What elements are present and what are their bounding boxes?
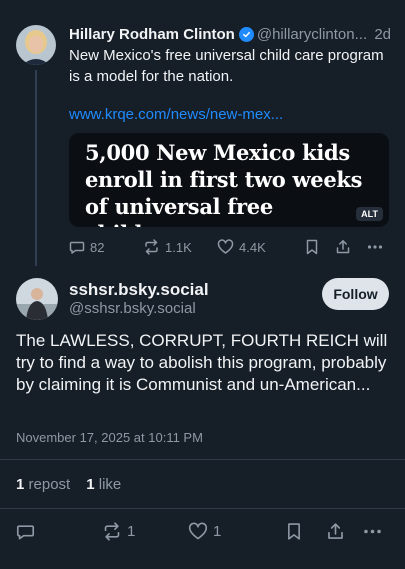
post-header: Hillary Rodham Clinton @hillaryclinton..…	[69, 24, 391, 44]
post-time[interactable]: 2d	[374, 26, 391, 43]
reply-button[interactable]: 82	[69, 237, 104, 257]
like-button[interactable]: 4.4K	[217, 237, 266, 257]
engagement-stats: 1 repost 1 like	[16, 476, 121, 493]
reply-icon	[69, 239, 85, 255]
verified-badge-icon	[238, 26, 254, 42]
repost-button[interactable]: 1.1K	[143, 237, 192, 257]
repost-stat[interactable]: 1 repost	[16, 476, 70, 493]
share-icon	[335, 239, 351, 255]
embed-headline: 5,000 New Mexico kids enroll in first tw…	[85, 140, 363, 227]
link-embed-card[interactable]: 5,000 New Mexico kids enroll in first tw…	[69, 133, 389, 227]
like-icon	[188, 522, 208, 541]
repost-button[interactable]: 1	[102, 520, 135, 542]
reply-icon	[16, 522, 35, 541]
like-count: 4.4K	[239, 239, 266, 255]
repost-icon	[102, 521, 122, 541]
like-icon	[217, 239, 234, 255]
author-name[interactable]: sshsr.bsky.social	[69, 280, 209, 300]
post-actions: 1 1	[16, 520, 389, 542]
alt-badge[interactable]: ALT	[356, 207, 383, 221]
like-count: 1	[213, 522, 222, 540]
reply-count: 82	[90, 239, 105, 255]
author-name[interactable]: Hillary Rodham Clinton	[69, 26, 235, 43]
avatar[interactable]	[16, 25, 56, 65]
post-text: The LAWLESS, CORRUPT, FOURTH REICH will …	[16, 331, 388, 394]
post-link[interactable]: www.krqe.com/news/new-mex...	[69, 106, 283, 123]
bookmark-button[interactable]	[305, 237, 319, 257]
post-actions: 82 1.1K 4.4K	[69, 237, 389, 257]
bookmark-icon	[286, 522, 302, 541]
more-button[interactable]	[363, 520, 382, 542]
share-button[interactable]	[326, 520, 345, 542]
repost-count: 1.1K	[165, 239, 192, 255]
divider	[0, 459, 405, 460]
author-handle[interactable]: @hillaryclinton...	[257, 26, 370, 43]
share-icon	[326, 522, 345, 541]
post-text: New Mexico's free universal child care p…	[69, 47, 384, 85]
divider	[0, 508, 405, 509]
more-icon	[367, 239, 383, 255]
like-button[interactable]: 1	[188, 520, 221, 542]
bookmark-button[interactable]	[286, 520, 302, 542]
bookmark-icon	[305, 239, 319, 255]
thread-connector-line	[35, 70, 37, 266]
like-stat[interactable]: 1 like	[86, 476, 121, 493]
reply-button[interactable]	[16, 520, 35, 542]
more-button[interactable]	[367, 237, 383, 257]
author-handle[interactable]: @sshsr.bsky.social	[69, 300, 196, 317]
repost-count: 1	[127, 522, 136, 540]
post-timestamp: November 17, 2025 at 10:11 PM	[16, 430, 203, 445]
repost-icon	[143, 239, 160, 255]
avatar[interactable]	[16, 278, 58, 320]
share-button[interactable]	[335, 237, 351, 257]
follow-button[interactable]: Follow	[322, 278, 389, 310]
more-icon	[363, 522, 382, 541]
